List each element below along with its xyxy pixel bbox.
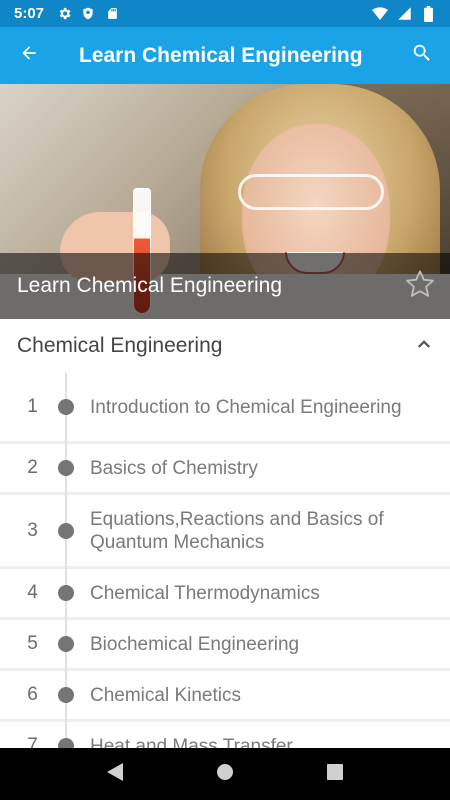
- hero-banner: Learn Chemical Engineering: [0, 84, 450, 319]
- collapse-button[interactable]: [398, 319, 450, 373]
- chevron-up-icon: [415, 335, 433, 358]
- lesson-title: Equations,Reactions and Basics of Quantu…: [90, 508, 384, 553]
- hero-caption: Learn Chemical Engineering: [17, 274, 282, 297]
- lesson-number: 5: [27, 633, 38, 654]
- timeline-dot: [58, 585, 74, 601]
- home-circle-icon: [216, 763, 234, 786]
- lesson-title: Chemical Thermodynamics: [90, 582, 320, 604]
- timeline-dot: [58, 522, 74, 539]
- search-button[interactable]: [394, 27, 450, 84]
- timeline-dot: [58, 399, 74, 415]
- arrow-left-icon: [19, 43, 39, 68]
- timeline-dot: [58, 687, 74, 703]
- system-nav-bar: [0, 748, 450, 800]
- lesson-number: 4: [27, 582, 38, 603]
- status-left-icons: [56, 6, 120, 22]
- app-bar: Learn Chemical Engineering: [0, 27, 450, 84]
- lesson-title: Basics of Chemistry: [90, 457, 258, 479]
- timeline-dot: [58, 738, 74, 748]
- wifi-icon: [372, 6, 388, 22]
- sd-card-icon: [104, 6, 120, 22]
- back-button[interactable]: [0, 27, 58, 84]
- status-time: 5:07: [14, 5, 45, 22]
- timeline-dot: [58, 460, 74, 476]
- nav-home-button[interactable]: [205, 754, 245, 794]
- recents-square-icon: [327, 763, 343, 785]
- section-title: Chemical Engineering: [17, 334, 223, 357]
- hero-caption-bar: Learn Chemical Engineering: [0, 253, 450, 319]
- lesson-number: 7: [27, 735, 38, 748]
- battery-icon: [420, 5, 436, 22]
- back-triangle-icon: [107, 762, 123, 786]
- lesson-item[interactable]: 4 Chemical Thermodynamics: [0, 569, 450, 617]
- lesson-number: 6: [27, 684, 38, 705]
- lesson-number: 1: [27, 396, 38, 417]
- lesson-item[interactable]: 5 Biochemical Engineering: [0, 620, 450, 668]
- lesson-item[interactable]: 6 Chemical Kinetics: [0, 671, 450, 719]
- lesson-number: 3: [27, 519, 38, 541]
- safety-glasses-illustration: [238, 174, 384, 210]
- gear-icon: [56, 6, 72, 22]
- shield-icon: [80, 6, 96, 22]
- favorite-button[interactable]: [390, 253, 450, 319]
- lesson-list[interactable]: 1 Introduction to Chemical Engineering 2…: [0, 373, 450, 748]
- section-header[interactable]: Chemical Engineering: [0, 319, 450, 373]
- lesson-title: Chemical Kinetics: [90, 684, 241, 706]
- timeline-dot: [58, 636, 74, 652]
- lesson-number: 2: [27, 457, 38, 478]
- app-screen: 5:07 Learn Chemical Engineering Learn Ch…: [0, 0, 450, 800]
- lesson-title: Biochemical Engineering: [90, 633, 300, 655]
- page-title: Learn Chemical Engineering: [79, 43, 363, 67]
- status-right-icons: [372, 5, 436, 22]
- lesson-item[interactable]: 2 Basics of Chemistry: [0, 444, 450, 492]
- lesson-item[interactable]: 3 Equations,Reactions and Basics of Quan…: [0, 495, 450, 566]
- signal-icon: [396, 6, 412, 22]
- status-bar: 5:07: [0, 0, 450, 27]
- lesson-title: Heat and Mass Transfer: [90, 735, 293, 749]
- nav-recents-button[interactable]: [315, 754, 355, 794]
- search-icon: [411, 42, 433, 69]
- lesson-title: Introduction to Chemical Engineering: [90, 396, 402, 418]
- lesson-item[interactable]: 7 Heat and Mass Transfer: [0, 722, 450, 748]
- lesson-item[interactable]: 1 Introduction to Chemical Engineering: [0, 373, 450, 441]
- star-outline-icon: [404, 268, 436, 305]
- nav-back-button[interactable]: [95, 754, 135, 794]
